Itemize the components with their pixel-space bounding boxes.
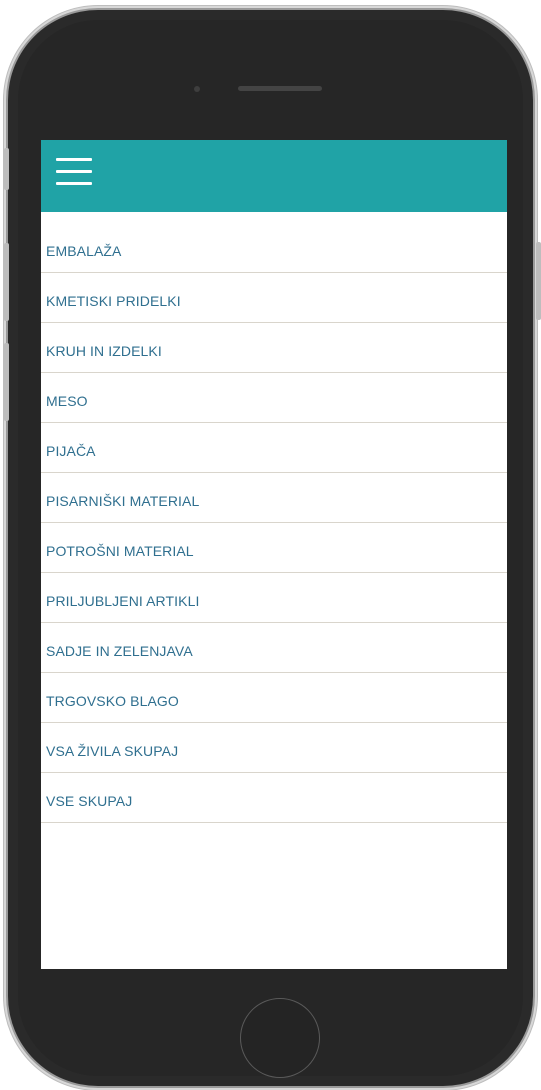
home-button[interactable] [240, 998, 320, 1078]
phone-frame: EMBALAŽA KMETISKI PRIDELKI KRUH IN IZDEL… [8, 10, 533, 1086]
menu-item-pijaca[interactable]: PIJAČA [41, 423, 507, 473]
volume-down-button [4, 343, 9, 421]
menu-item-label: KRUH IN IZDELKI [46, 343, 162, 359]
page: EMBALAŽA KMETISKI PRIDELKI KRUH IN IZDEL… [0, 0, 541, 1090]
category-menu: EMBALAŽA KMETISKI PRIDELKI KRUH IN IZDEL… [41, 212, 507, 823]
menu-item-trgovsko-blago[interactable]: TRGOVSKO BLAGO [41, 673, 507, 723]
menu-item-meso[interactable]: MESO [41, 373, 507, 423]
volume-up-button [4, 243, 9, 321]
menu-item-label: PRILJUBLJENI ARTIKLI [46, 593, 200, 609]
menu-item-label: VSA ŽIVILA SKUPAJ [46, 743, 179, 759]
menu-item-vsa-zivila-skupaj[interactable]: VSA ŽIVILA SKUPAJ [41, 723, 507, 773]
menu-item-pisarniski-material[interactable]: PISARNIŠKI MATERIAL [41, 473, 507, 523]
app-header [41, 140, 507, 212]
menu-item-label: PISARNIŠKI MATERIAL [46, 493, 200, 509]
hamburger-bar [56, 182, 92, 185]
menu-item-label: VSE SKUPAJ [46, 793, 133, 809]
menu-item-potrosni-material[interactable]: POTROŠNI MATERIAL [41, 523, 507, 573]
mute-switch [4, 148, 9, 190]
menu-item-label: POTROŠNI MATERIAL [46, 543, 194, 559]
hamburger-bar [56, 158, 92, 161]
menu-item-label: MESO [46, 393, 88, 409]
menu-item-vse-skupaj[interactable]: VSE SKUPAJ [41, 773, 507, 823]
menu-item-label: SADJE IN ZELENJAVA [46, 643, 193, 659]
front-camera [194, 86, 200, 92]
menu-item-label: EMBALAŽA [46, 243, 122, 259]
menu-item-kmetiski-pridelki[interactable]: KMETISKI PRIDELKI [41, 273, 507, 323]
menu-item-embalaza[interactable]: EMBALAŽA [41, 212, 507, 273]
earpiece-speaker [238, 86, 322, 91]
menu-item-label: PIJAČA [46, 443, 96, 459]
menu-item-priljubljeni-artikli[interactable]: PRILJUBLJENI ARTIKLI [41, 573, 507, 623]
phone-screen: EMBALAŽA KMETISKI PRIDELKI KRUH IN IZDEL… [41, 140, 507, 969]
menu-item-label: TRGOVSKO BLAGO [46, 693, 179, 709]
menu-item-kruh-in-izdelki[interactable]: KRUH IN IZDELKI [41, 323, 507, 373]
power-button [536, 242, 541, 320]
menu-item-label: KMETISKI PRIDELKI [46, 293, 181, 309]
hamburger-bar [56, 170, 92, 173]
hamburger-menu-icon[interactable] [56, 158, 92, 188]
menu-item-sadje-in-zelenjava[interactable]: SADJE IN ZELENJAVA [41, 623, 507, 673]
